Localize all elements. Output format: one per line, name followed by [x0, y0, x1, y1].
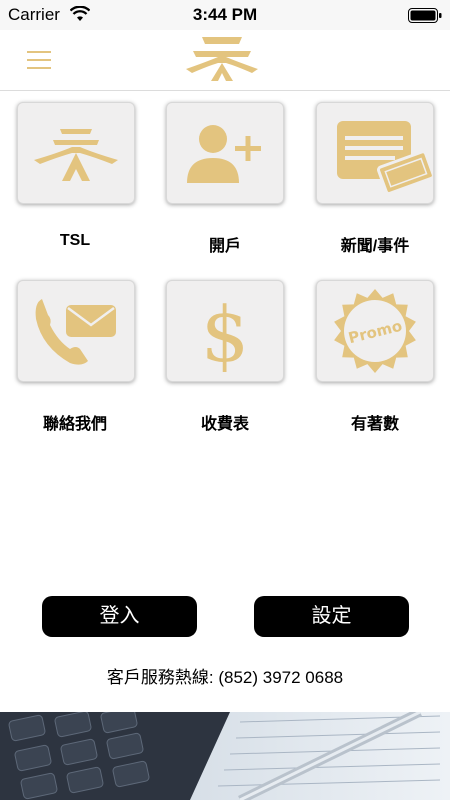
add-user-icon: [187, 125, 261, 183]
settings-button[interactable]: 設定: [254, 596, 409, 637]
tile-contact[interactable]: [17, 280, 135, 382]
hamburger-menu-icon[interactable]: [27, 49, 51, 71]
tile-news[interactable]: [316, 102, 434, 204]
tile-label-contact: 聯絡我們: [42, 416, 107, 433]
phone-mail-icon: [35, 299, 116, 365]
dollar-icon: $: [201, 290, 249, 379]
tile-label-tsl: TSL: [59, 232, 91, 249]
customer-hotline: 客戶服務熱線: (852) 3972 0688: [106, 668, 344, 687]
status-bar: Carrier 3:44 PM: [0, 0, 450, 30]
nav-bar: [0, 30, 450, 91]
tile-label-news: 新聞/事件: [340, 238, 410, 255]
tsl-logo-icon: [34, 129, 118, 181]
banner-image: [0, 712, 450, 800]
svg-text:$: $: [201, 290, 249, 379]
tile-tsl[interactable]: [17, 102, 135, 204]
battery-icon: [408, 8, 442, 23]
tile-open-account[interactable]: [166, 102, 284, 204]
tsl-logo: [186, 37, 258, 81]
promo-badge-icon: Promo: [334, 289, 416, 373]
clock: 3:44 PM: [192, 5, 258, 24]
login-button[interactable]: 登入: [42, 596, 197, 637]
tile-label-open-account: 開戶: [208, 238, 241, 255]
tile-promo[interactable]: Promo: [316, 280, 434, 382]
tile-fees[interactable]: $: [166, 280, 284, 382]
news-ticket-icon: [337, 121, 433, 196]
tile-label-promo: 有著數: [350, 416, 399, 433]
tile-label-fees: 收費表: [200, 416, 249, 433]
